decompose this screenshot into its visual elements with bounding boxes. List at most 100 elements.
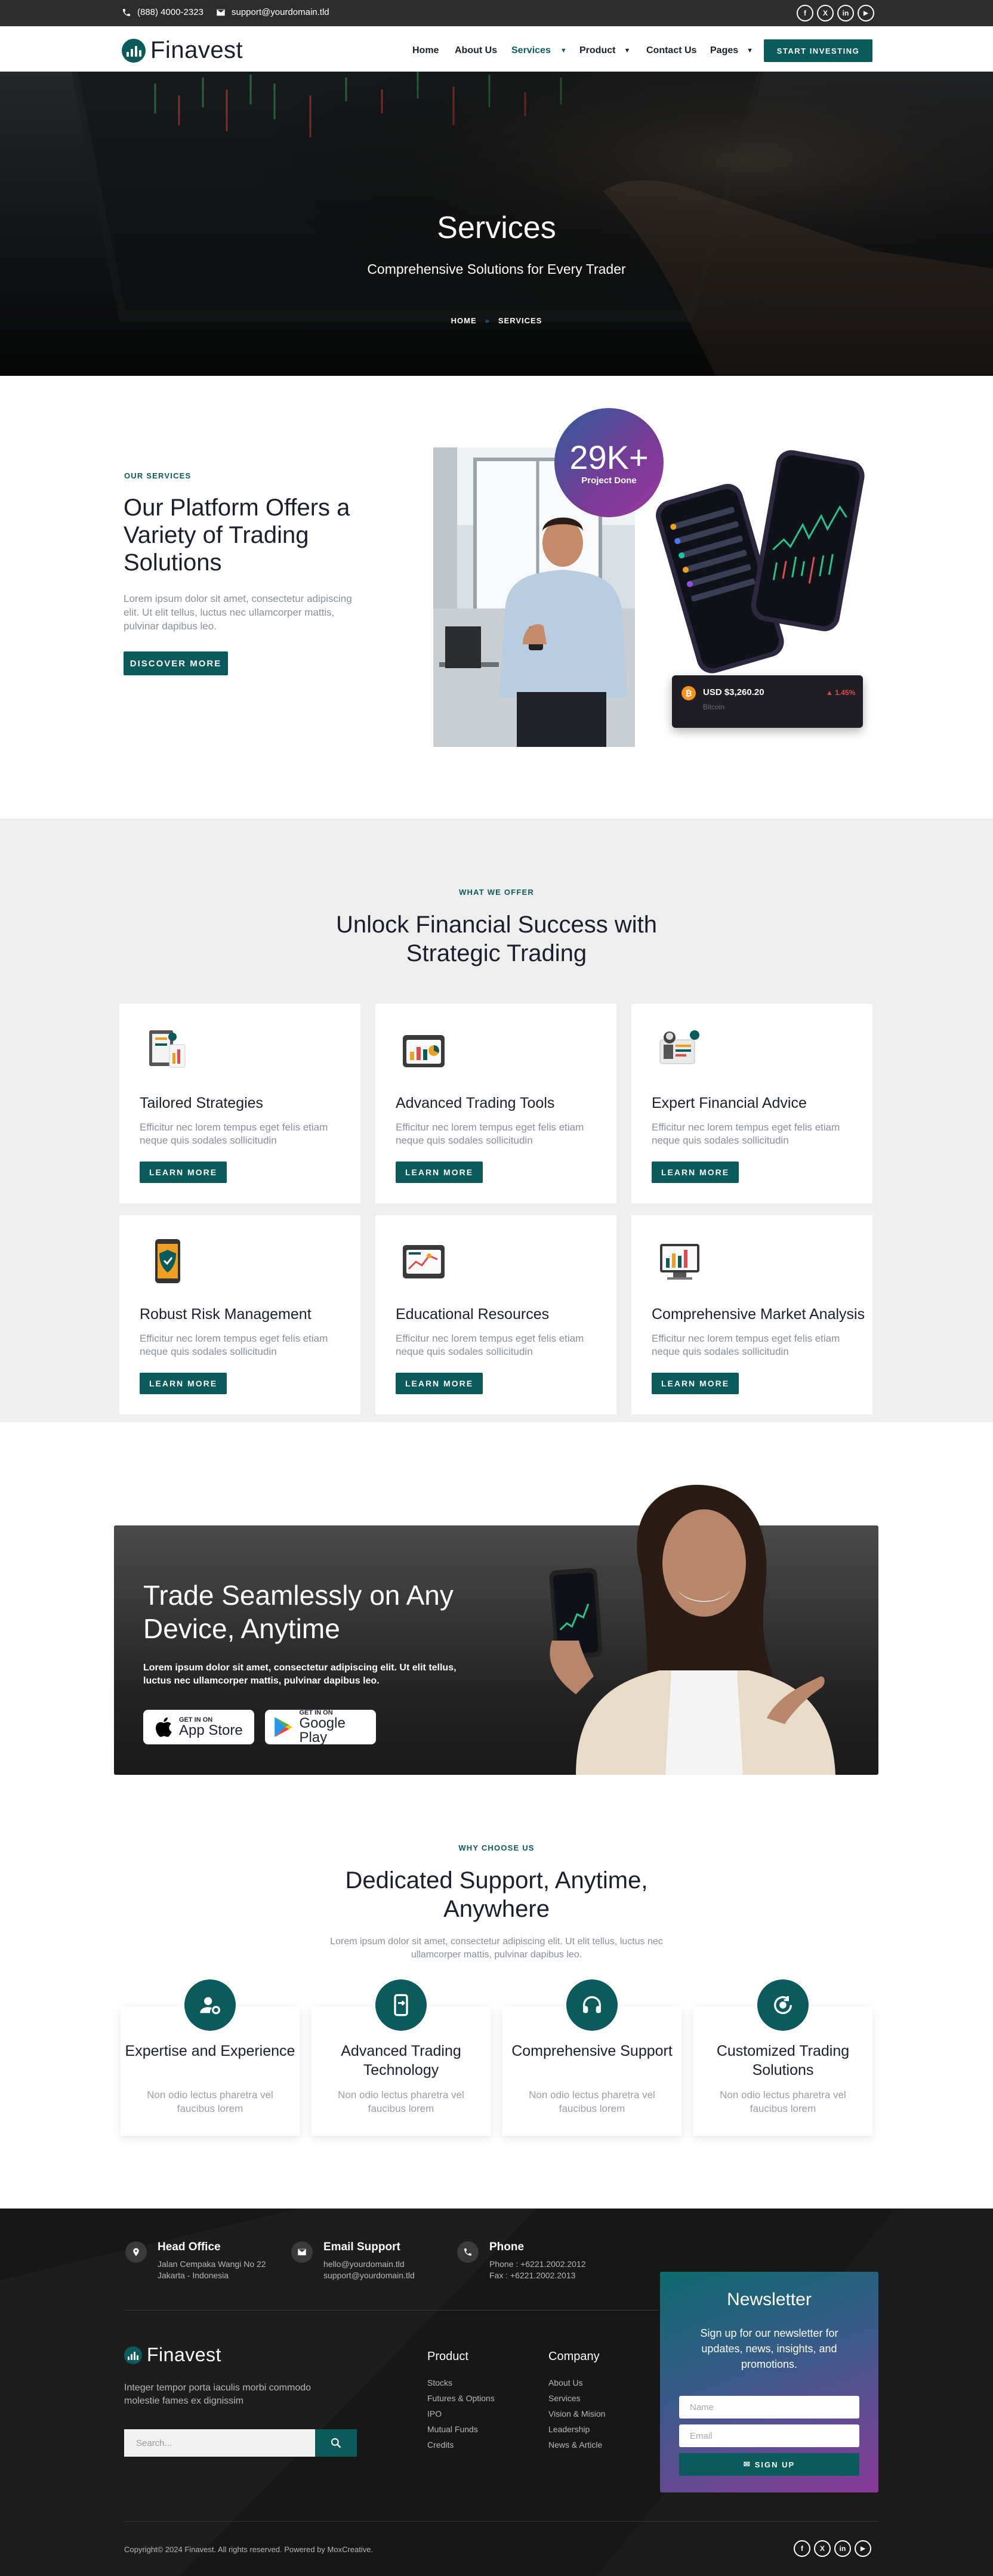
facebook-icon[interactable]: f: [797, 5, 813, 21]
hero-title: Services: [437, 211, 556, 245]
facebook-icon[interactable]: f: [794, 2540, 810, 2557]
trading-tools-icon: [403, 1035, 445, 1067]
breadcrumb: HOME » SERVICES: [0, 316, 993, 325]
footer-product-link[interactable]: IPO: [427, 2409, 442, 2419]
offer-title: Unlock Financial Success with Strategic …: [336, 912, 657, 966]
linkedin-icon[interactable]: in: [834, 2540, 851, 2557]
site-logo[interactable]: Finavest: [122, 37, 243, 64]
footer-company-link[interactable]: News & Article: [548, 2440, 602, 2450]
apple-icon: [156, 1717, 172, 1737]
nav-product[interactable]: Product ▼: [579, 45, 630, 56]
breadcrumb-separator: »: [485, 316, 490, 325]
app-title: Trade Seamlessly on Any Device, Anytime: [143, 1580, 454, 1644]
learn-more-button[interactable]: LEARN MORE: [652, 1162, 739, 1183]
youtube-label: ▶: [861, 2545, 865, 2552]
footer-company-link[interactable]: Services: [548, 2393, 581, 2403]
facebook-label: f: [801, 2544, 803, 2553]
shield-phone-icon: [155, 1239, 180, 1283]
learn-more-button[interactable]: LEARN MORE: [396, 1373, 483, 1394]
project-done-badge: 29K+ Project Done: [554, 408, 664, 517]
start-investing-button[interactable]: START INVESTING: [764, 39, 872, 62]
x-icon[interactable]: X: [814, 2540, 831, 2557]
footer-divider: [124, 2310, 659, 2311]
footer-logo[interactable]: Finavest: [124, 2344, 221, 2366]
phones-illustration: [656, 450, 865, 674]
ticker-price: USD $3,260.20: [703, 687, 764, 697]
linkedin-label: in: [842, 9, 849, 17]
service-card-desc: Efficitur nec lorem tempus eget felis et…: [652, 1122, 840, 1146]
footer-about: Integer tempor porta iaculis morbi commo…: [124, 2383, 312, 2406]
service-card-title: Expert Financial Advice: [652, 1095, 807, 1111]
breadcrumb-current: SERVICES: [498, 316, 542, 325]
learn-more-button[interactable]: LEARN MORE: [396, 1162, 483, 1183]
app-store-button[interactable]: GET IN ON App Store: [143, 1710, 254, 1744]
app-description: Lorem ipsum dolor sit amet, consectetur …: [143, 1663, 457, 1686]
footer-search-input[interactable]: Search...: [124, 2429, 315, 2457]
nav-about[interactable]: About Us: [455, 45, 497, 56]
phone-line1: Phone : +6221.2002.2012: [489, 2259, 586, 2269]
service-card-desc: Efficitur nec lorem tempus eget felis et…: [652, 1333, 840, 1357]
service-card: Educational Resources Efficitur nec lore…: [375, 1215, 616, 1414]
email-line1[interactable]: hello@yourdomain.tld: [323, 2259, 405, 2270]
learn-more-button[interactable]: LEARN MORE: [140, 1162, 227, 1183]
email-line2[interactable]: support@yourdomain.tld: [323, 2270, 415, 2281]
topbar-phone[interactable]: (888) 4000-2323: [122, 7, 203, 17]
signup-button[interactable]: ✉ SIGN UP: [679, 2453, 859, 2476]
discover-more-button[interactable]: DISCOVER MORE: [124, 651, 228, 675]
search-icon: [331, 2438, 341, 2448]
footer-company-link[interactable]: About Us: [548, 2378, 583, 2387]
service-card-desc: Efficitur nec lorem tempus eget felis et…: [140, 1333, 328, 1357]
feature-card-desc: Non odio lectus pharetra vel faucibus lo…: [147, 2089, 273, 2114]
main-nav: Finavest Home About Us Services ▼ Product…: [0, 26, 993, 72]
service-card: Expert Financial Advice Efficitur nec lo…: [631, 1004, 872, 1203]
feature-card-title: Comprehensive Support: [511, 2043, 673, 2059]
newsletter-title: Newsletter: [727, 2290, 812, 2309]
nav-contact-label: Contact Us: [646, 45, 697, 55]
nav-home[interactable]: Home: [412, 45, 439, 56]
footer-product-link[interactable]: Mutual Funds: [427, 2424, 478, 2434]
bitcoin-icon: ₿: [681, 686, 696, 700]
service-card: Robust Risk Management Efficitur nec lor…: [119, 1215, 360, 1414]
facebook-label: f: [804, 9, 806, 17]
platform-title: Our Platform Offers a Variety of Trading…: [124, 495, 350, 576]
newsletter-description: Sign up for our newsletter for updates, …: [700, 2327, 838, 2370]
linkedin-icon[interactable]: in: [837, 5, 854, 21]
footer-bottom-divider: [124, 2521, 878, 2522]
footer-product-link[interactable]: Stocks: [427, 2378, 452, 2387]
learn-more-button[interactable]: LEARN MORE: [652, 1373, 739, 1394]
learn-more-button[interactable]: LEARN MORE: [140, 1373, 227, 1394]
x-icon[interactable]: X: [817, 5, 834, 21]
newsletter-name-input[interactable]: Name: [679, 2396, 859, 2419]
offer-eyebrow: WHAT WE OFFER: [459, 888, 534, 897]
phone-icon: [123, 8, 130, 16]
service-card: Advanced Trading Tools Efficitur nec lor…: [375, 1004, 616, 1203]
nav-contact[interactable]: Contact Us: [646, 45, 696, 56]
service-card-title: Robust Risk Management: [140, 1306, 312, 1323]
breadcrumb-home[interactable]: HOME: [451, 316, 477, 325]
topbar-email[interactable]: support@yourdomain.tld: [216, 7, 329, 17]
chevron-down-icon: ▼: [560, 47, 567, 54]
google-play-button[interactable]: GET IN ON Google Play: [265, 1709, 376, 1744]
location-icon: [125, 2241, 147, 2263]
mail-icon: [217, 9, 225, 16]
hero-subtitle: Comprehensive Solutions for Every Trader: [367, 261, 626, 277]
newsletter-email-input[interactable]: Email: [679, 2424, 859, 2447]
x-label: X: [822, 9, 828, 17]
mail-icon: ✉: [743, 2460, 751, 2469]
footer-company-link[interactable]: Leadership: [548, 2424, 590, 2434]
site-footer: Head Office Jalan Cempaka Wangi No 22 Ja…: [0, 2209, 993, 2576]
nav-pages[interactable]: Pages ▼: [710, 45, 753, 56]
footer-product-link[interactable]: Credits: [427, 2440, 454, 2450]
nav-services[interactable]: Services ▼: [511, 45, 567, 56]
youtube-icon[interactable]: ▶: [855, 2540, 871, 2557]
footer-company-link[interactable]: Vision & Mision: [548, 2409, 605, 2419]
youtube-icon[interactable]: ▶: [858, 5, 874, 21]
topbar-email-text: support@yourdomain.tld: [232, 7, 329, 17]
footer-product-link[interactable]: Futures & Options: [427, 2393, 495, 2403]
headset-icon: [566, 1979, 618, 2031]
why-eyebrow: WHY CHOOSE US: [458, 1843, 535, 1852]
topbar-phone-text: (888) 4000-2323: [137, 7, 203, 17]
phone-line2: Fax : +6221.2002.2013: [489, 2271, 576, 2280]
search-button[interactable]: [315, 2429, 357, 2457]
footer-product-title: Product: [427, 2350, 468, 2363]
